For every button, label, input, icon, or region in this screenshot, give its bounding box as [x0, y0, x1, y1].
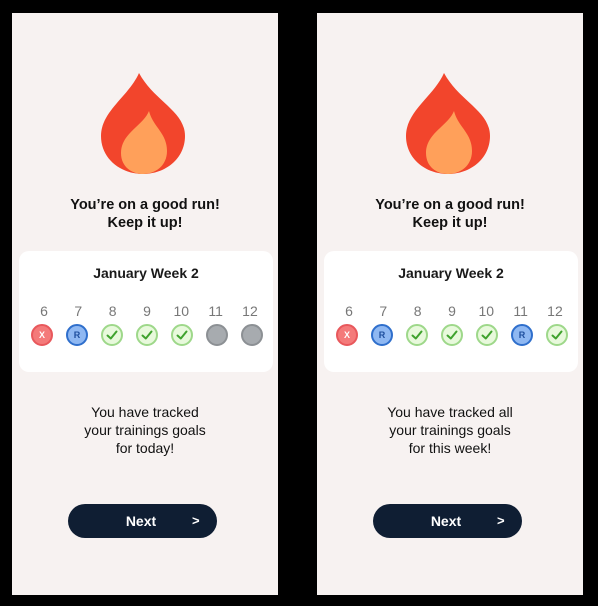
check-icon: [551, 330, 563, 340]
day-number: 9: [143, 303, 151, 319]
headline: You’re on a good run! Keep it up!: [12, 196, 278, 232]
week-title: January Week 2: [93, 265, 199, 281]
next-button[interactable]: Next >: [373, 504, 522, 538]
day-number: 7: [74, 303, 83, 319]
day-status-pending[interactable]: [241, 324, 263, 346]
day-status-done[interactable]: [171, 324, 193, 346]
day-status-mark: X: [343, 330, 350, 340]
day-number: 7: [379, 303, 388, 319]
day-status-pending[interactable]: [206, 324, 228, 346]
day-number: 9: [448, 303, 456, 319]
day-number: 10: [478, 303, 495, 319]
check-icon: [411, 330, 423, 340]
day-status-done[interactable]: [136, 324, 158, 346]
week-card: January Week 2 6 7 8 9 10 11 12 XR: [19, 251, 273, 372]
day-number: 11: [208, 303, 223, 319]
week-title: January Week 2: [398, 265, 504, 281]
headline: You’re on a good run! Keep it up!: [317, 196, 583, 232]
message-line: for today!: [115, 440, 175, 456]
week-card: January Week 2 6 7 8 9 10 11 12 X R R: [324, 251, 578, 372]
chevron-right-icon: >: [497, 513, 505, 528]
day-numbers-row: 6 7 8 9 10 11 12: [336, 303, 568, 319]
day-status-mark: X: [38, 330, 45, 340]
chevron-right-icon: >: [192, 513, 200, 528]
headline-line: Keep it up!: [107, 215, 183, 231]
day-number: 6: [40, 303, 48, 319]
day-status-done[interactable]: [476, 324, 498, 346]
day-status-rest[interactable]: R: [371, 324, 393, 346]
day-number: 10: [173, 303, 190, 319]
day-status-row: XR: [31, 324, 263, 346]
check-icon: [481, 330, 493, 340]
day-number: 12: [242, 303, 258, 319]
day-number: 12: [547, 303, 563, 319]
message-line: You have tracked: [91, 404, 199, 420]
day-status-done[interactable]: [546, 324, 568, 346]
day-status-done[interactable]: [406, 324, 428, 346]
fire-icon: [406, 73, 490, 174]
next-button[interactable]: Next >: [68, 504, 217, 538]
streak-screen-week: You’re on a good run! Keep it up! Januar…: [317, 13, 583, 595]
day-status-mark: R: [518, 330, 526, 340]
day-number: 8: [108, 303, 117, 319]
headline-line: Keep it up!: [412, 215, 488, 231]
day-status-done[interactable]: [101, 324, 123, 346]
day-status-row: XRR: [336, 324, 568, 346]
day-status-missed[interactable]: X: [31, 324, 53, 346]
day-number: 11: [513, 303, 528, 319]
headline-line: You’re on a good run!: [70, 197, 220, 213]
tracking-message: You have tracked all your trainings goal…: [317, 403, 583, 457]
streak-screen-today: You’re on a good run! Keep it up! Januar…: [12, 13, 278, 595]
check-icon: [141, 330, 153, 340]
day-numbers-row: 6 7 8 9 10 11 12: [31, 303, 263, 319]
message-line: You have tracked all: [387, 404, 513, 420]
day-status-missed[interactable]: X: [336, 324, 358, 346]
message-line: your trainings goals: [84, 422, 206, 438]
day-number: 8: [413, 303, 422, 319]
fire-icon: [101, 73, 185, 174]
message-line: for this week!: [408, 440, 492, 456]
day-status-rest[interactable]: R: [511, 324, 533, 346]
check-icon: [446, 330, 458, 340]
day-status-rest[interactable]: R: [66, 324, 88, 346]
check-icon: [106, 330, 118, 340]
tracking-message: You have tracked your trainings goals fo…: [12, 403, 278, 457]
day-status-done[interactable]: [441, 324, 463, 346]
check-icon: [176, 330, 188, 340]
day-number: 6: [345, 303, 353, 319]
headline-line: You’re on a good run!: [375, 197, 525, 213]
day-status-mark: R: [73, 330, 81, 340]
message-line: your trainings goals: [389, 422, 511, 438]
day-status-mark: R: [378, 330, 386, 340]
